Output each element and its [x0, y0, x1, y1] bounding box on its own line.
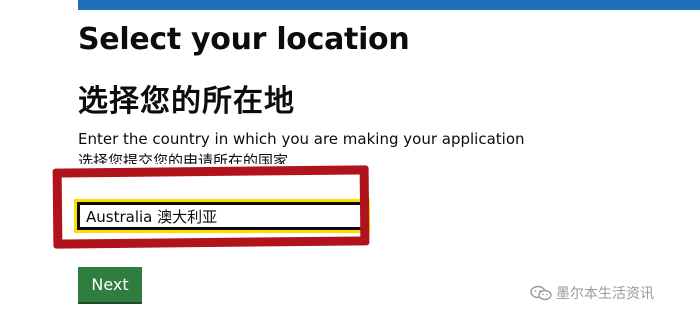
watermark: 墨尔本生活资讯 — [530, 283, 654, 303]
country-input[interactable] — [74, 199, 370, 233]
header-blue-bar — [78, 0, 700, 10]
field-hint-chinese: 选择您提交您的申请所在的国家 — [78, 152, 289, 164]
page-title-chinese: 选择您的所在地 — [78, 84, 295, 119]
field-hint: Enter the country in which you are makin… — [78, 130, 525, 148]
page-title: Select your location — [78, 22, 410, 57]
next-button[interactable]: Next — [78, 267, 142, 302]
watermark-text: 墨尔本生活资讯 — [556, 286, 654, 302]
wechat-icon — [530, 285, 552, 301]
